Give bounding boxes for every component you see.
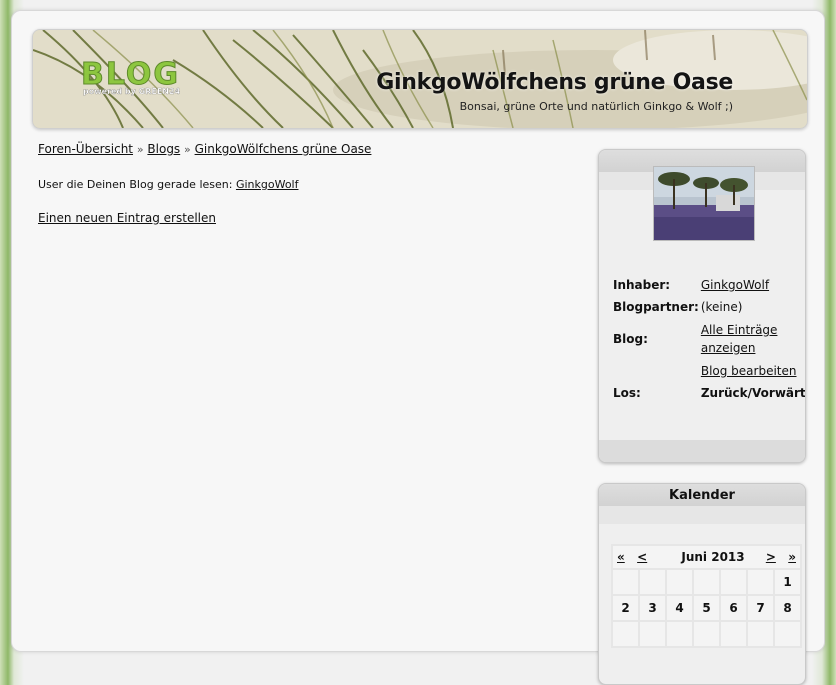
calendar-day	[667, 570, 692, 594]
partner-value: (keine)	[700, 300, 743, 314]
blog-info-box: Inhaber: GinkgoWolf Blogpartner: (keine)…	[598, 149, 806, 463]
page-container: BLOG powered by GREEN24 GinkgoWölfchens …	[11, 10, 825, 685]
calendar-day	[613, 570, 638, 594]
reader-user-link[interactable]: GinkgoWolf	[236, 178, 299, 191]
calendar-grid: « < Juni 2013 > » 1 2 3 4 5 6 7 8	[611, 544, 802, 648]
calendar-box: Kalender « < Juni 2013 > » 1 2 3 4 5 6 7…	[598, 483, 806, 685]
next-year-link[interactable]: »	[788, 550, 796, 564]
blog-avatar-image	[653, 166, 755, 241]
calendar-day: 5	[694, 596, 719, 620]
calendar-day: 4	[667, 596, 692, 620]
calendar-day: 3	[640, 596, 665, 620]
calendar-month-label: Juni 2013	[681, 550, 745, 564]
prev-month-link[interactable]: <	[637, 550, 647, 564]
calendar-day	[694, 570, 719, 594]
current-readers-label: User die Deinen Blog gerade lesen:	[38, 178, 233, 191]
calendar-day	[640, 570, 665, 594]
blog-label: Blog:	[613, 332, 648, 346]
new-entry-link[interactable]: Einen neuen Eintrag erstellen	[38, 211, 216, 225]
blog-info-table: Inhaber: GinkgoWolf Blogpartner: (keine)…	[613, 274, 805, 404]
current-readers: User die Deinen Blog gerade lesen: Ginkg…	[38, 178, 568, 191]
partner-label: Blogpartner:	[613, 300, 699, 314]
calendar-day	[748, 570, 773, 594]
next-month-link[interactable]: >	[766, 550, 776, 564]
prev-year-link[interactable]: «	[617, 550, 625, 564]
go-label: Los:	[613, 386, 641, 400]
breadcrumb-forum-overview[interactable]: Foren-Übersicht	[38, 142, 133, 156]
blog-title: GinkgoWölfchens grüne Oase	[376, 70, 733, 95]
calendar-day: 8	[775, 596, 800, 620]
blog-banner: BLOG powered by GREEN24 GinkgoWölfchens …	[32, 29, 808, 129]
calendar-day: 2	[613, 596, 638, 620]
blog-subtitle: Bonsai, grüne Orte und natürlich Ginkgo …	[459, 100, 733, 113]
main-content: Foren-Übersicht » Blogs » GinkgoWölfchen…	[38, 141, 568, 225]
all-entries-link[interactable]: Alle Einträge anzeigen	[701, 323, 778, 355]
breadcrumb: Foren-Übersicht » Blogs » GinkgoWölfchen…	[38, 142, 568, 156]
back-forward-nav[interactable]: Zurück/Vorwärts	[701, 382, 805, 404]
blog-logo: BLOG powered by GREEN24	[81, 60, 181, 96]
calendar-day: 7	[748, 596, 773, 620]
calendar-day: 6	[721, 596, 746, 620]
breadcrumb-blogs[interactable]: Blogs	[147, 142, 180, 156]
svg-text:powered by GREEN24: powered by GREEN24	[83, 87, 181, 96]
calendar-day: 1	[775, 570, 800, 594]
owner-label: Inhaber:	[613, 278, 671, 292]
edit-blog-link[interactable]: Blog bearbeiten	[701, 364, 797, 378]
calendar-widget: « < Juni 2013 > » 1 2 3 4 5 6 7 8	[611, 544, 802, 648]
breadcrumb-separator: »	[184, 143, 191, 156]
owner-link[interactable]: GinkgoWolf	[701, 278, 769, 292]
breadcrumb-current-blog[interactable]: GinkgoWölfchens grüne Oase	[195, 142, 372, 156]
box-footer	[599, 440, 805, 462]
box-stripe	[599, 506, 805, 524]
breadcrumb-separator: »	[136, 143, 144, 156]
calendar-title: Kalender	[599, 484, 805, 506]
calendar-day	[721, 570, 746, 594]
